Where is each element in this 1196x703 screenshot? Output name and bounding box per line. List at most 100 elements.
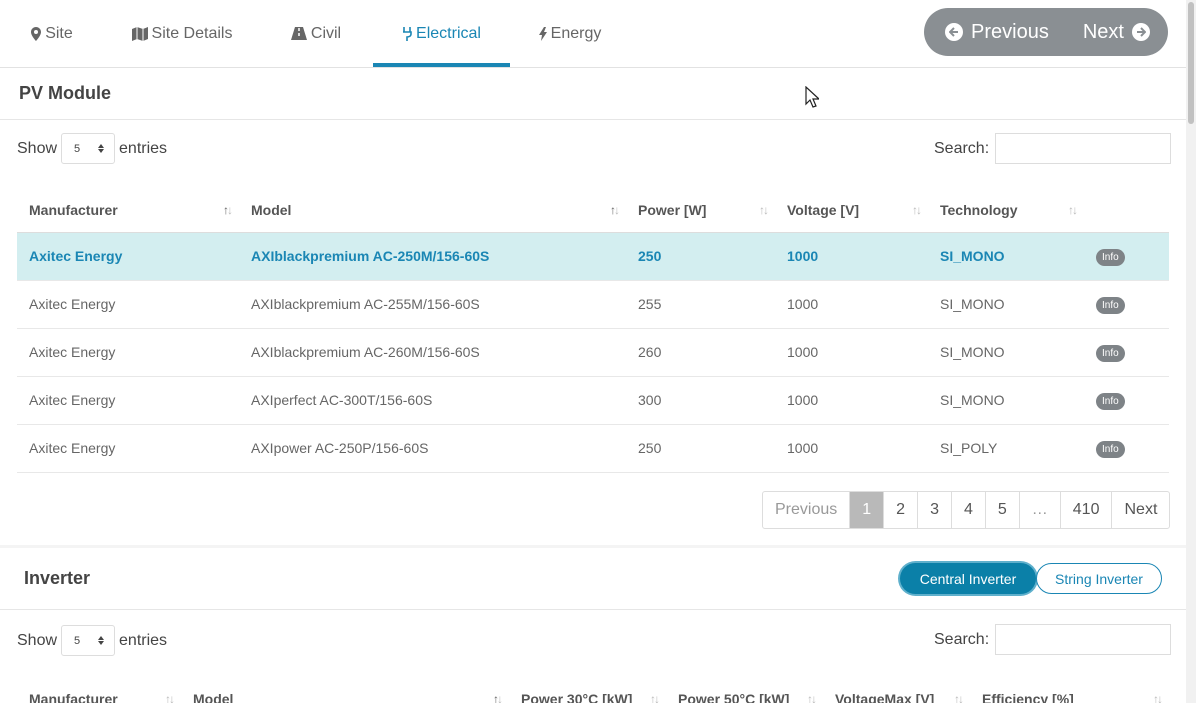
table-row[interactable]: Axitec Energy AXIblackpremium AC-250M/15… xyxy=(17,232,1169,281)
pv-search: Search: xyxy=(934,133,1172,164)
pv-module-table: Manufacturer ↑↓ Model ↑↓ Power [W] ↑↓ Volta… xyxy=(17,188,1169,473)
table-header-row: Manufacturer ↑↓ Model ↑↓ Power [W] ↑↓ Volta… xyxy=(17,188,1169,233)
sort-asc-icon: ↑↓ xyxy=(493,692,503,703)
pv-module-panel: PV Module Show 5 entries Search: Manufac… xyxy=(0,68,1186,545)
scrollbar-thumb[interactable] xyxy=(1188,2,1194,124)
road-icon xyxy=(290,27,307,40)
cell-model: AXIblackpremium AC-255M/156-60S xyxy=(239,280,626,329)
entries-select[interactable]: 5 xyxy=(61,133,116,164)
tab-electrical[interactable]: Electrical xyxy=(373,0,510,67)
table-row[interactable]: Axitec Energy AXIpower AC-250P/156-60S 2… xyxy=(17,424,1169,473)
col-model[interactable]: Model ↑↓ xyxy=(239,188,626,233)
page-3-button[interactable]: 3 xyxy=(918,492,952,528)
cell-power: 255 xyxy=(626,280,775,329)
page-previous-button[interactable]: Previous xyxy=(763,492,851,528)
page-4-button[interactable]: 4 xyxy=(952,492,986,528)
show-label: Show xyxy=(17,139,58,157)
sort-icon: ↑↓ xyxy=(912,203,922,217)
string-inverter-toggle[interactable]: String Inverter xyxy=(1036,563,1162,594)
cell-voltage: 1000 xyxy=(775,232,928,281)
previous-button[interactable]: Previous xyxy=(924,8,1049,56)
entries-value: 5 xyxy=(74,634,81,647)
cell-power: 260 xyxy=(626,328,775,377)
wizard-nav: Previous Next xyxy=(924,8,1168,56)
cell-manufacturer: Axitec Energy xyxy=(17,376,239,425)
inverter-search: Search: xyxy=(934,624,1172,655)
col-technology[interactable]: Technology ↑↓ xyxy=(928,188,1084,233)
tab-site[interactable]: Site xyxy=(20,0,84,67)
cell-technology: SI_MONO xyxy=(928,232,1084,281)
cell-voltage: 1000 xyxy=(775,424,928,473)
next-button[interactable]: Next xyxy=(1049,8,1150,56)
table-row[interactable]: Axitec Energy AXIblackpremium AC-260M/15… xyxy=(17,328,1169,377)
inverter-entries-control: Show 5 entries xyxy=(17,625,167,656)
tab-site-details[interactable]: Site Details xyxy=(124,0,240,67)
entries-label: entries xyxy=(119,139,168,157)
cell-model: AXIpower AC-250P/156-60S xyxy=(239,424,626,473)
tab-energy[interactable]: Energy xyxy=(530,0,610,67)
col-manufacturer[interactable]: Manufacturer ↑↓ xyxy=(17,188,239,233)
cell-info: Info xyxy=(1084,376,1169,425)
sort-arrows-icon xyxy=(98,636,105,645)
next-label: Next xyxy=(1082,20,1124,43)
page-2-button[interactable]: 2 xyxy=(884,492,919,528)
entries-select[interactable]: 5 xyxy=(61,625,116,656)
cell-voltage: 1000 xyxy=(775,328,928,377)
col-power[interactable]: Power [W] ↑↓ xyxy=(626,188,775,233)
cell-model: AXIblackpremium AC-260M/156-60S xyxy=(239,328,626,377)
sort-icon: ↑↓ xyxy=(165,692,175,703)
cell-manufacturer: Axitec Energy xyxy=(17,328,239,377)
sort-icon: ↑↓ xyxy=(1068,203,1078,217)
cell-voltage: 1000 xyxy=(775,280,928,329)
cell-technology: SI_MONO xyxy=(928,328,1084,377)
inverter-table: Manufacturer ↑↓ Model ↑↓ Power 30°C [kW] ↑↓… xyxy=(17,680,1169,703)
central-inverter-toggle[interactable]: Central Inverter xyxy=(900,563,1036,594)
cell-manufacturer: Axitec Energy xyxy=(17,232,239,281)
cell-power: 250 xyxy=(626,232,775,281)
page-5-button[interactable]: 5 xyxy=(986,492,1020,528)
entries-value: 5 xyxy=(74,142,81,155)
pv-module-title: PV Module xyxy=(0,68,1186,120)
tab-civil[interactable]: Civil xyxy=(280,0,352,67)
col-power-30[interactable]: Power 30°C [kW] ↑↓ xyxy=(509,680,666,703)
cell-technology: SI_POLY xyxy=(928,424,1084,473)
col-model[interactable]: Model ↑↓ xyxy=(181,680,509,703)
cell-technology: SI_MONO xyxy=(928,280,1084,329)
col-actions xyxy=(1084,188,1169,233)
show-label: Show xyxy=(17,631,58,649)
col-power-50[interactable]: Power 50°C [kW] ↑↓ xyxy=(666,680,823,703)
sort-icon: ↑↓ xyxy=(807,692,817,703)
cell-power: 250 xyxy=(626,424,775,473)
cell-model: AXIperfect AC-300T/156-60S xyxy=(239,376,626,425)
col-manufacturer[interactable]: Manufacturer ↑↓ xyxy=(17,680,181,703)
cell-info: Info xyxy=(1084,232,1169,281)
info-button[interactable]: Info xyxy=(1096,392,1125,410)
col-voltage[interactable]: Voltage [V] ↑↓ xyxy=(775,188,928,233)
search-label: Search: xyxy=(934,630,990,648)
page-next-button[interactable]: Next xyxy=(1112,492,1169,528)
cell-manufacturer: Axitec Energy xyxy=(17,280,239,329)
sort-icon: ↑↓ xyxy=(650,692,660,703)
col-voltage-max[interactable]: VoltageMax [V] ↑↓ xyxy=(823,680,970,703)
plug-icon xyxy=(403,26,412,41)
search-input[interactable] xyxy=(995,133,1172,164)
cell-manufacturer: Axitec Energy xyxy=(17,424,239,473)
tab-label: Civil xyxy=(310,24,342,42)
info-button[interactable]: Info xyxy=(1096,296,1125,314)
arrow-right-icon xyxy=(1131,23,1150,41)
info-button[interactable]: Info xyxy=(1096,344,1125,362)
tab-label: Electrical xyxy=(416,24,481,42)
info-button[interactable]: Info xyxy=(1096,248,1125,266)
page-410-button[interactable]: 410 xyxy=(1061,492,1113,528)
scrollbar[interactable] xyxy=(1186,0,1196,703)
cell-voltage: 1000 xyxy=(775,376,928,425)
info-button[interactable]: Info xyxy=(1096,440,1125,458)
table-row[interactable]: Axitec Energy AXIperfect AC-300T/156-60S… xyxy=(17,376,1169,425)
tab-label: Energy xyxy=(550,24,602,42)
search-input[interactable] xyxy=(995,624,1172,655)
sort-icon: ↑↓ xyxy=(223,203,233,217)
sort-icon: ↑↓ xyxy=(759,203,769,217)
table-row[interactable]: Axitec Energy AXIblackpremium AC-255M/15… xyxy=(17,280,1169,329)
page-1-button[interactable]: 1 xyxy=(850,492,885,528)
col-efficiency[interactable]: Efficiency [%] ↑↓ xyxy=(970,680,1169,703)
